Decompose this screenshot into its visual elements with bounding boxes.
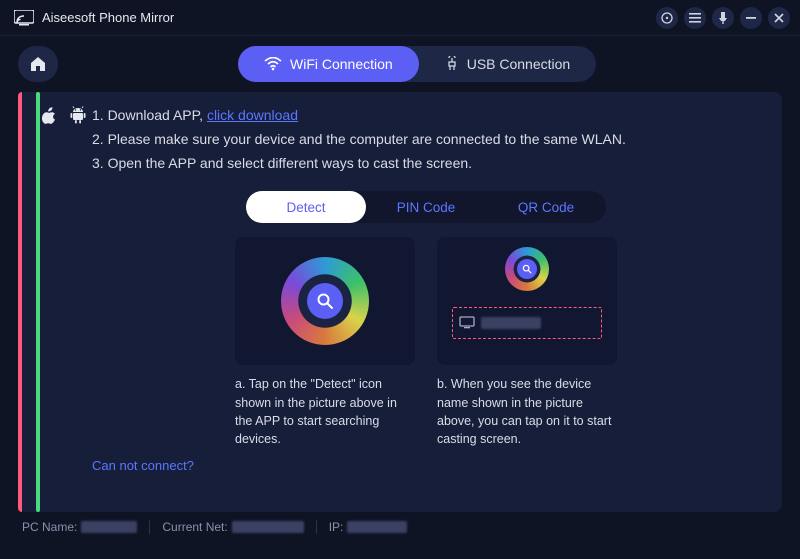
search-icon xyxy=(517,259,537,279)
tab-wifi-connection[interactable]: WiFi Connection xyxy=(238,46,419,82)
caption-a: a. Tap on the "Detect" icon shown in the… xyxy=(235,375,415,448)
ios-strip xyxy=(18,92,22,512)
close-button[interactable] xyxy=(768,7,790,29)
ip-label: IP: xyxy=(329,520,344,534)
home-icon xyxy=(29,56,47,72)
detect-dial xyxy=(281,257,369,345)
tab-qr-code[interactable]: QR Code xyxy=(486,191,606,223)
illustration-cards xyxy=(92,237,760,365)
top-tabs-row: WiFi Connection USB Connection xyxy=(0,36,800,92)
main-panel: 1. Download APP, click download 2. Pleas… xyxy=(18,92,782,512)
home-button[interactable] xyxy=(18,46,58,82)
instruction-steps: 1. Download APP, click download 2. Pleas… xyxy=(92,104,760,175)
cannot-connect-link[interactable]: Can not connect? xyxy=(92,458,194,473)
tab-pin-code[interactable]: PIN Code xyxy=(366,191,486,223)
method-tabs: Detect PIN Code QR Code xyxy=(246,191,606,223)
tab-detect[interactable]: Detect xyxy=(246,191,366,223)
pin-icon xyxy=(718,12,728,24)
usb-icon xyxy=(445,56,459,72)
apple-icon xyxy=(42,107,56,124)
usb-tab-label: USB Connection xyxy=(467,56,571,72)
connection-tabs: WiFi Connection USB Connection xyxy=(238,46,596,82)
ip-value xyxy=(347,521,407,533)
apple-os-button[interactable] xyxy=(40,104,57,126)
tab-usb-connection[interactable]: USB Connection xyxy=(419,46,597,82)
content-area: 1. Download APP, click download 2. Pleas… xyxy=(86,92,782,512)
title-bar: Aiseesoft Phone Mirror xyxy=(0,0,800,36)
android-os-button[interactable] xyxy=(69,104,86,126)
device-card xyxy=(437,237,617,365)
menu-button[interactable] xyxy=(684,7,706,29)
menu-icon xyxy=(689,13,701,23)
caption-b: b. When you see the device name shown in… xyxy=(437,375,617,448)
download-link[interactable]: click download xyxy=(207,107,298,123)
search-icon xyxy=(307,283,343,319)
current-net-value xyxy=(232,521,304,533)
detect-card xyxy=(235,237,415,365)
feedback-icon xyxy=(661,12,673,24)
monitor-icon xyxy=(459,316,475,330)
mirror-icon xyxy=(14,10,34,26)
app-title: Aiseesoft Phone Mirror xyxy=(42,10,174,25)
os-icons xyxy=(40,92,86,512)
pc-name-label: PC Name: xyxy=(22,520,77,534)
android-icon xyxy=(70,106,86,124)
side-strips xyxy=(18,92,40,512)
detect-dial-small xyxy=(505,247,549,291)
wifi-tab-label: WiFi Connection xyxy=(290,56,393,72)
status-bar: PC Name: Current Net: IP: xyxy=(0,512,800,542)
step-1: 1. Download APP, click download xyxy=(92,104,760,128)
app-logo: Aiseesoft Phone Mirror xyxy=(14,10,174,26)
pc-name-value xyxy=(81,521,137,533)
captions-row: a. Tap on the "Detect" icon shown in the… xyxy=(92,375,760,448)
minimize-button[interactable] xyxy=(740,7,762,29)
device-entry xyxy=(452,307,602,339)
minimize-icon xyxy=(746,13,756,23)
pin-button[interactable] xyxy=(712,7,734,29)
step-2: 2. Please make sure your device and the … xyxy=(92,128,760,152)
feedback-button[interactable] xyxy=(656,7,678,29)
step-1-text: 1. Download APP, xyxy=(92,107,207,123)
step-3: 3. Open the APP and select different way… xyxy=(92,152,760,176)
help-row: Can not connect? xyxy=(92,458,760,473)
close-icon xyxy=(774,13,784,23)
current-net-label: Current Net: xyxy=(162,520,227,534)
wifi-icon xyxy=(264,57,282,71)
device-name-redacted xyxy=(481,317,541,329)
